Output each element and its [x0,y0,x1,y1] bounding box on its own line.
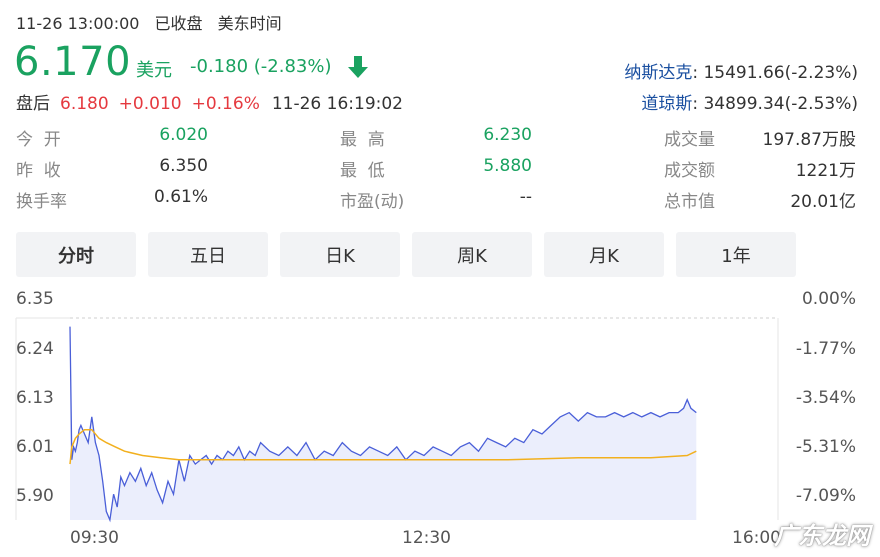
intraday-chart[interactable] [0,0,880,557]
watermark-text: 广东龙网 [774,522,870,550]
price-area-fill [70,326,697,520]
